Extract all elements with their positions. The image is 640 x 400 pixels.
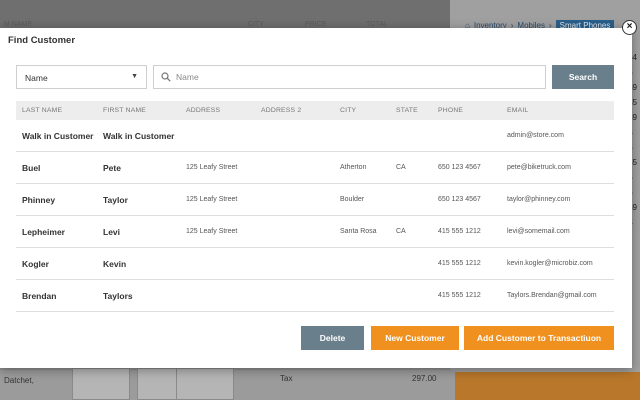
- cell-state: CA: [396, 164, 406, 171]
- close-button[interactable]: ×: [622, 20, 637, 35]
- cell-phone: 650 123 4567: [438, 164, 481, 171]
- search-filter-select[interactable]: Name ▼: [16, 65, 147, 89]
- table-row[interactable]: Kogler Kevin 415 555 1212 kevin.kogler@m…: [16, 248, 614, 280]
- delete-button[interactable]: Delete: [301, 326, 364, 350]
- cell-phone: 415 555 1212: [438, 292, 481, 299]
- table-row[interactable]: Walk in Customer Walk in Customer admin@…: [16, 120, 614, 152]
- col-last-name[interactable]: LAST NAME: [22, 107, 62, 114]
- search-input[interactable]: [176, 67, 536, 87]
- cell-last-name: Kogler: [22, 259, 49, 269]
- table-row[interactable]: Lepheimer Levi 125 Leafy Street Santa Ro…: [16, 216, 614, 248]
- cell-email: pete@biketruck.com: [507, 164, 571, 171]
- col-email[interactable]: EMAIL: [507, 107, 528, 114]
- cell-phone: 415 555 1212: [438, 228, 481, 235]
- bg-avatar-card: [72, 368, 130, 400]
- cell-first-name: Taylors: [103, 291, 133, 301]
- cell-address: 125 Leafy Street: [186, 228, 238, 235]
- bg-tax-value: 297.00: [412, 374, 437, 383]
- search-icon: [161, 72, 171, 82]
- cell-address: 125 Leafy Street: [186, 164, 238, 171]
- cell-email: levi@somemail.com: [507, 228, 570, 235]
- cell-first-name: Levi: [103, 227, 121, 237]
- table-header: LAST NAME FIRST NAME ADDRESS ADDRESS 2 C…: [16, 101, 614, 120]
- new-customer-button[interactable]: New Customer: [371, 326, 459, 350]
- cell-city: Atherton: [340, 164, 367, 171]
- bg-tax-row: Tax 297.00: [268, 370, 448, 386]
- cell-phone: 415 555 1212: [438, 260, 481, 267]
- bg-col-name: M NAME: [4, 21, 32, 28]
- cell-email: taylor@phinney.com: [507, 196, 571, 203]
- col-first-name[interactable]: FIRST NAME: [103, 107, 146, 114]
- search-button[interactable]: Search: [552, 65, 614, 89]
- cell-email: kevin.kogler@microbiz.com: [507, 260, 593, 267]
- cell-state: CA: [396, 228, 406, 235]
- cell-last-name: Buel: [22, 163, 41, 173]
- cell-address: 125 Leafy Street: [186, 196, 238, 203]
- search-field: [153, 65, 546, 89]
- cell-first-name: Pete: [103, 163, 121, 173]
- find-customer-modal: Find Customer Name ▼ Search LAST NAME FI…: [0, 28, 632, 368]
- bg-col-total: TOTAL: [366, 21, 388, 28]
- bg-col-price: PRICE: [305, 21, 327, 28]
- cell-last-name: Brendan: [22, 291, 57, 301]
- customer-table: LAST NAME FIRST NAME ADDRESS ADDRESS 2 C…: [16, 101, 614, 312]
- cell-first-name: Kevin: [103, 259, 127, 269]
- filter-selected-value: Name: [25, 73, 48, 83]
- bg-product-card: [176, 368, 234, 400]
- cell-last-name: Phinney: [22, 195, 56, 205]
- col-phone[interactable]: PHONE: [438, 107, 463, 114]
- cell-phone: 650 123 4567: [438, 196, 481, 203]
- cell-city: Santa Rosa: [340, 228, 377, 235]
- cell-city: Boulder: [340, 196, 365, 203]
- bg-address-text: Datchet,: [4, 376, 34, 385]
- close-icon: ×: [626, 21, 633, 32]
- table-row[interactable]: Phinney Taylor 125 Leafy Street Boulder …: [16, 184, 614, 216]
- cell-last-name: Lepheimer: [22, 227, 65, 237]
- cell-email: admin@store.com: [507, 132, 564, 139]
- bg-tax-label: Tax: [280, 374, 293, 383]
- bg-col-city: CITY: [248, 21, 264, 28]
- table-row[interactable]: Brendan Taylors 415 555 1212 Taylors.Bre…: [16, 280, 614, 312]
- col-state[interactable]: STATE: [396, 107, 418, 114]
- cell-email: Taylors.Brendan@gmail.com: [507, 292, 597, 299]
- table-row[interactable]: Buel Pete 125 Leafy Street Atherton CA 6…: [16, 152, 614, 184]
- chevron-down-icon: ▼: [131, 73, 138, 80]
- col-address[interactable]: ADDRESS: [186, 107, 220, 114]
- bg-checkout-area: [455, 372, 640, 400]
- cell-last-name: Walk in Customer: [22, 131, 94, 141]
- add-customer-to-transaction-button[interactable]: Add Customer to Transactiuon: [464, 326, 614, 350]
- cell-first-name: Taylor: [103, 195, 128, 205]
- col-address-2[interactable]: ADDRESS 2: [261, 107, 301, 114]
- modal-title: Find Customer: [8, 35, 76, 46]
- search-bar: Name ▼ Search: [16, 65, 614, 89]
- cell-first-name: Walk in Customer: [103, 131, 175, 141]
- col-city[interactable]: CITY: [340, 107, 356, 114]
